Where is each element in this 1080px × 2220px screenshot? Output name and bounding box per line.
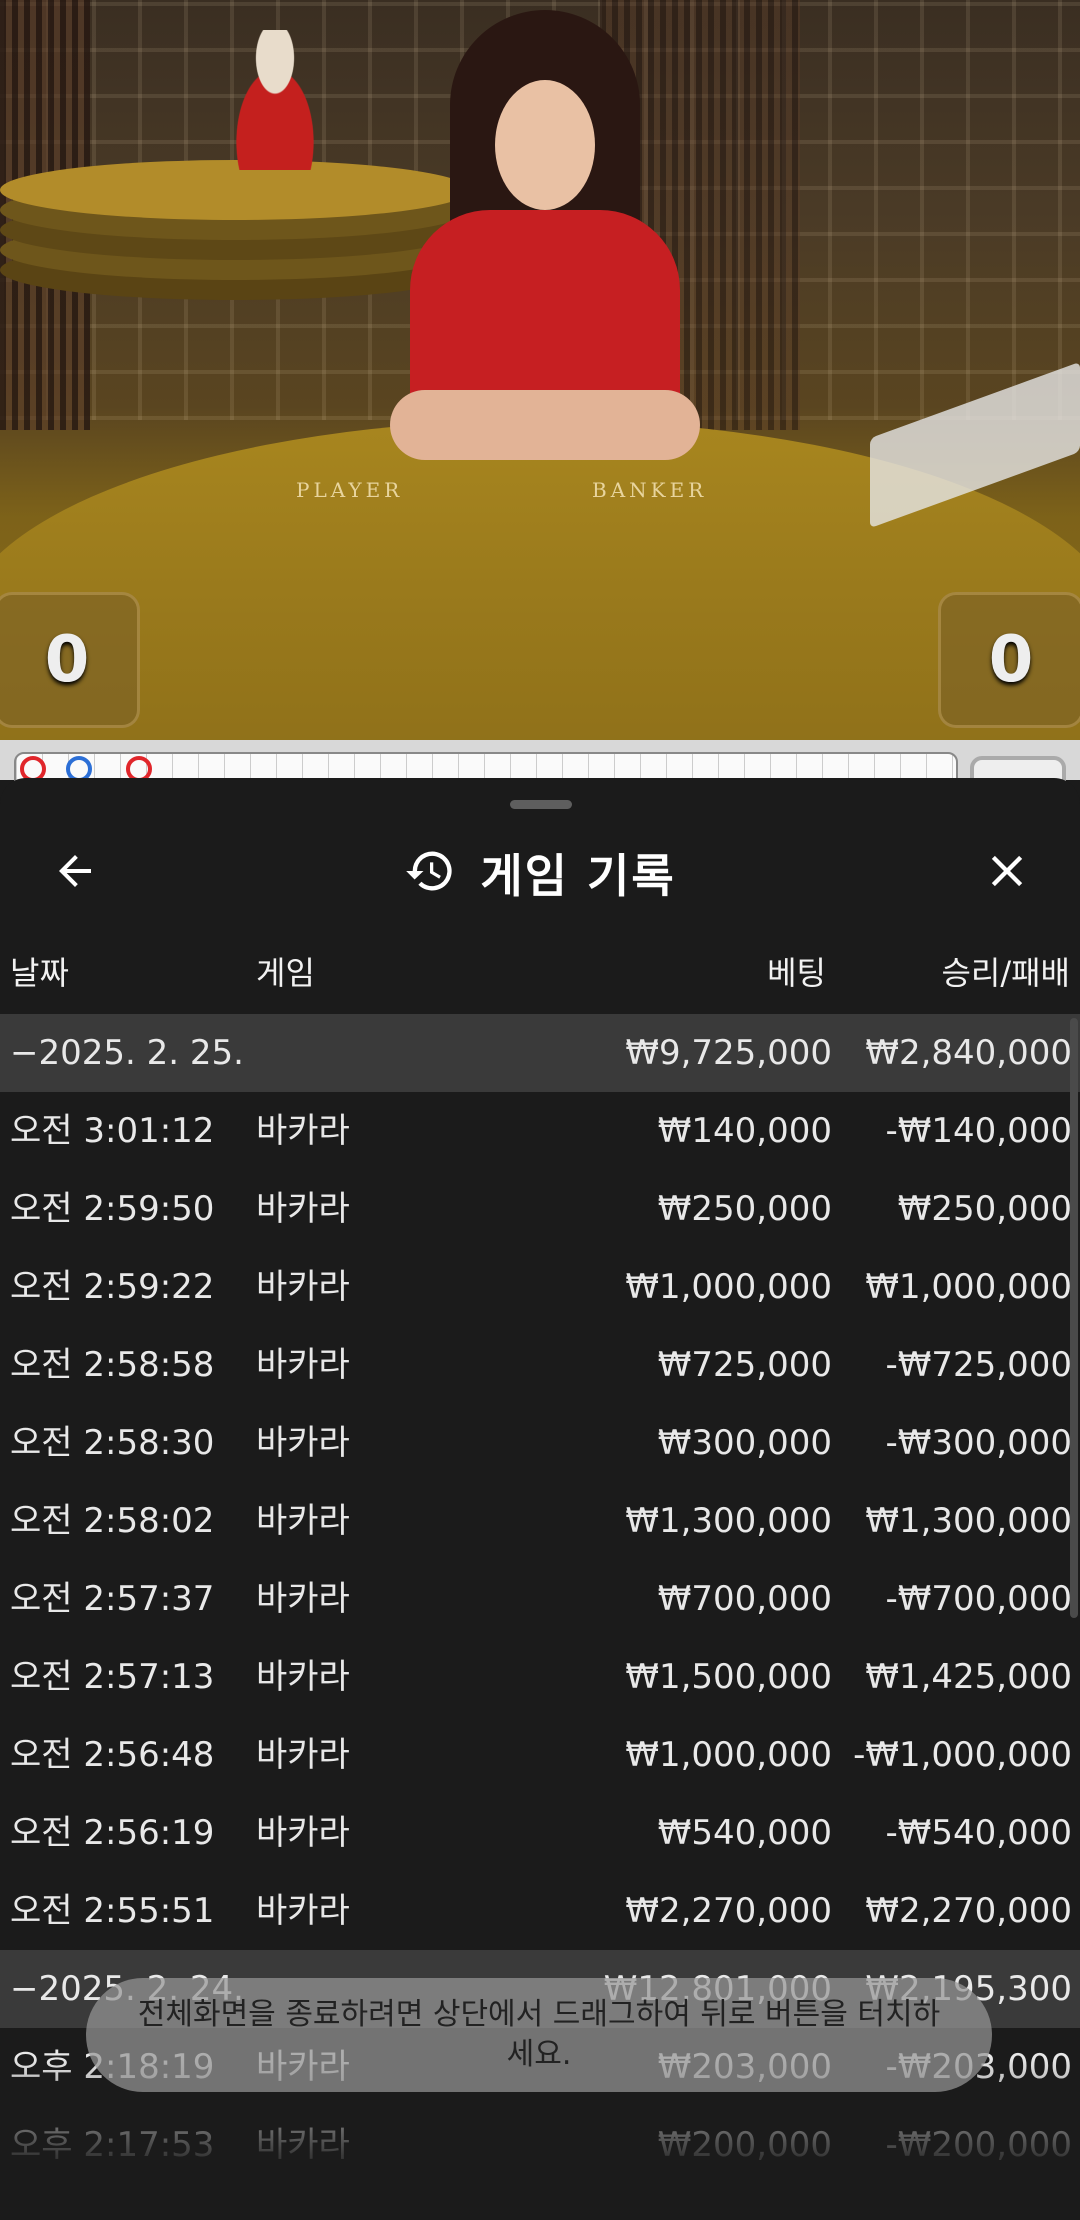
- column-header-game[interactable]: 게임: [256, 948, 315, 998]
- group-bet-total: ₩9,725,000: [625, 1033, 832, 1073]
- row-time: 오전 2:57:37: [10, 1579, 215, 1619]
- bead-road-strip[interactable]: [0, 740, 1080, 796]
- close-icon: [981, 845, 1033, 901]
- row-game: 바카라: [256, 1267, 350, 1307]
- row-winloss: ₩1,000,000: [865, 1267, 1072, 1307]
- row-winloss: ₩250,000: [897, 1189, 1072, 1229]
- row-bet: ₩725,000: [657, 1345, 832, 1385]
- row-game: 바카라: [256, 1735, 350, 1775]
- history-row[interactable]: 오전 2:59:50 바카라 ₩250,000 ₩250,000: [0, 1170, 1080, 1248]
- row-game: 바카라: [256, 1657, 350, 1697]
- row-time: 오전 2:57:13: [10, 1657, 215, 1697]
- row-bet: ₩1,000,000: [625, 1267, 832, 1307]
- row-bet: ₩2,270,000: [625, 1891, 832, 1931]
- group-date: −2025. 2. 25.: [10, 1033, 244, 1073]
- history-row[interactable]: 오전 2:57:13 바카라 ₩1,500,000 ₩1,425,000: [0, 1638, 1080, 1716]
- date-group-row[interactable]: −2025. 2. 25. ₩9,725,000 ₩2,840,000: [0, 1014, 1080, 1092]
- row-time: 오전 2:58:02: [10, 1501, 215, 1541]
- row-time: 오전 2:59:50: [10, 1189, 215, 1229]
- row-time: 오전 2:59:22: [10, 1267, 215, 1307]
- history-row[interactable]: 오전 2:58:58 바카라 ₩725,000 -₩725,000: [0, 1326, 1080, 1404]
- live-video: PLAYER BANKER 0 0: [0, 0, 1080, 740]
- history-row[interactable]: 오전 2:58:02 바카라 ₩1,300,000 ₩1,300,000: [0, 1482, 1080, 1560]
- page-title: 게임 기록: [480, 849, 676, 903]
- history-row[interactable]: 오전 3:01:12 바카라 ₩140,000 -₩140,000: [0, 1092, 1080, 1170]
- title-wrap: 게임 기록: [0, 818, 1080, 928]
- history-row[interactable]: 오전 2:56:19 바카라 ₩540,000 -₩540,000: [0, 1794, 1080, 1872]
- fullscreen-exit-toast: 전체화면을 종료하려면 상단에서 드래그하여 뒤로 버튼을 터치하세요.: [86, 1978, 992, 2092]
- close-button[interactable]: [972, 838, 1042, 908]
- row-game: 바카라: [256, 1423, 350, 1463]
- history-row[interactable]: 오전 2:58:30 바카라 ₩300,000 -₩300,000: [0, 1404, 1080, 1482]
- group-winloss-total: ₩2,840,000: [865, 1033, 1072, 1073]
- row-bet: ₩700,000: [657, 1579, 832, 1619]
- row-winloss: -₩700,000: [885, 1579, 1073, 1619]
- row-winloss: -₩540,000: [885, 1813, 1073, 1853]
- row-bet: ₩300,000: [657, 1423, 832, 1463]
- row-bet: ₩250,000: [657, 1189, 832, 1229]
- row-time: 오전 2:55:51: [10, 1891, 215, 1931]
- row-time: 오전 2:56:48: [10, 1735, 215, 1775]
- banker-area-label: BANKER: [592, 478, 708, 502]
- row-winloss: ₩1,300,000: [865, 1501, 1072, 1541]
- row-time: 오전 2:56:19: [10, 1813, 215, 1853]
- back-button[interactable]: [40, 838, 110, 908]
- row-winloss: ₩2,270,000: [865, 1891, 1072, 1931]
- row-winloss: -₩140,000: [885, 1111, 1073, 1151]
- history-row[interactable]: 오전 2:59:22 바카라 ₩1,000,000 ₩1,000,000: [0, 1248, 1080, 1326]
- background-dealer: [215, 30, 335, 170]
- history-row[interactable]: 오전 2:56:48 바카라 ₩1,000,000 -₩1,000,000: [0, 1716, 1080, 1794]
- row-bet: ₩540,000: [657, 1813, 832, 1853]
- row-winloss: -₩1,000,000: [853, 1735, 1072, 1775]
- row-winloss: -₩300,000: [885, 1423, 1073, 1463]
- row-bet: ₩1,000,000: [625, 1735, 832, 1775]
- history-row[interactable]: 오전 2:55:51 바카라 ₩2,270,000 ₩2,270,000: [0, 1872, 1080, 1950]
- arrow-left-icon: [51, 847, 99, 899]
- sheet-header: 게임 기록: [0, 818, 1080, 928]
- row-bet: ₩1,300,000: [625, 1501, 832, 1541]
- history-icon: [404, 845, 456, 901]
- row-game: 바카라: [256, 1579, 350, 1619]
- row-game: 바카라: [256, 1813, 350, 1853]
- row-game: 바카라: [256, 1891, 350, 1931]
- banker-score: 0: [938, 592, 1080, 728]
- column-header-winloss[interactable]: 승리/패배: [830, 948, 1070, 998]
- player-area-label: PLAYER: [296, 478, 404, 502]
- row-time: 오전 2:58:30: [10, 1423, 215, 1463]
- row-game: 바카라: [256, 1111, 350, 1151]
- row-game: 바카라: [256, 1189, 350, 1229]
- history-row[interactable]: 오전 2:57:37 바카라 ₩700,000 -₩700,000: [0, 1560, 1080, 1638]
- scrollbar[interactable]: [1070, 1018, 1078, 1618]
- dealer: [380, 10, 710, 480]
- row-game: 바카라: [256, 1345, 350, 1385]
- row-game: 바카라: [256, 1501, 350, 1541]
- row-time: 오전 2:58:58: [10, 1345, 215, 1385]
- column-header-date[interactable]: 날짜: [10, 948, 69, 998]
- bead-curtain-left: [0, 0, 90, 430]
- row-time: 오전 3:01:12: [10, 1111, 215, 1151]
- drag-handle[interactable]: [510, 800, 572, 809]
- row-winloss: ₩1,425,000: [865, 1657, 1072, 1697]
- column-header-bet[interactable]: 베팅: [640, 948, 826, 998]
- player-score: 0: [0, 592, 140, 728]
- row-bet: ₩140,000: [657, 1111, 832, 1151]
- row-winloss: -₩725,000: [885, 1345, 1073, 1385]
- row-bet: ₩1,500,000: [625, 1657, 832, 1697]
